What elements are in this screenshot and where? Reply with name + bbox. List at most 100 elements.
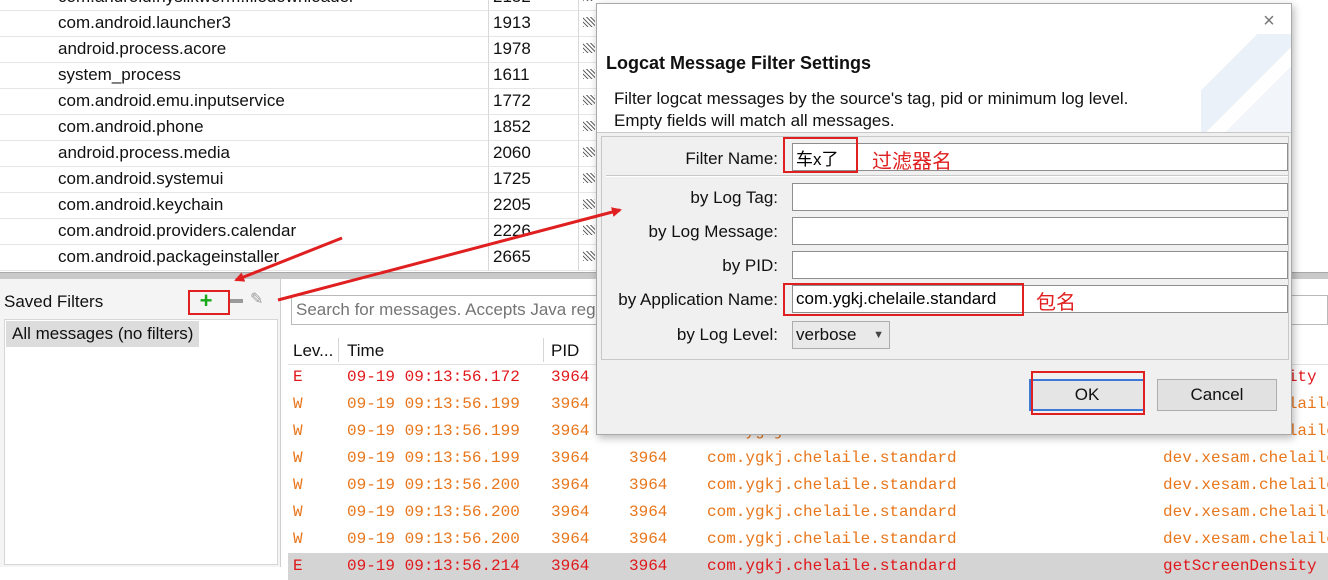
log-row[interactable]: W 09-19 09:13:56.200 3964 3964 com.ygkj.chel… (288, 526, 1328, 553)
process-name: android.process.media (58, 143, 230, 162)
process-row[interactable]: com.android.packageinstaller 2665 (0, 244, 596, 271)
process-pid: 1725 (493, 169, 531, 188)
column-divider (488, 140, 489, 166)
log-pid: 3964 (551, 476, 590, 494)
log-time: 09-19 09:13:56.199 (347, 395, 520, 413)
log-level: E (293, 368, 303, 386)
column-header-pid[interactable]: PID (551, 340, 579, 362)
column-divider (578, 218, 579, 244)
column-divider (488, 0, 489, 10)
saved-filter-item[interactable]: All messages (no filters) (6, 321, 200, 347)
process-pid: 1913 (493, 13, 531, 32)
process-row[interactable]: com.android.phone 1852 (0, 114, 596, 141)
log-message-field[interactable] (792, 217, 1288, 245)
process-pid: 1978 (493, 39, 531, 58)
process-row[interactable]: com.android.launcher3 1913 (0, 10, 596, 37)
debug-status-icon (583, 0, 595, 1)
filter-name-annotation: 过滤器名 (872, 151, 952, 173)
edit-filter-icon[interactable]: ✎ (250, 291, 266, 309)
debug-status-icon (583, 121, 595, 131)
log-tid: 3964 (629, 449, 668, 467)
pid-label: by PID: (722, 256, 778, 275)
log-row[interactable]: W 09-19 09:13:56.199 3964 3964 com.ygkj.chel… (288, 445, 1328, 472)
column-divider (578, 0, 579, 10)
column-divider (578, 166, 579, 192)
log-time: 09-19 09:13:56.199 (347, 422, 520, 440)
saved-filters-panel: Saved Filters + ✎ All messages (no filte… (0, 279, 281, 567)
process-name: com.android.phone (58, 117, 204, 136)
log-level: W (293, 476, 303, 494)
log-tag-label: by Log Tag: (690, 188, 778, 207)
filter-name-label: Filter Name: (685, 149, 778, 168)
column-divider (488, 36, 489, 62)
process-row[interactable]: com.android.systemui 1725 (0, 166, 596, 193)
debug-status-icon (583, 199, 595, 209)
column-divider (488, 166, 489, 192)
column-header-time[interactable]: Time (347, 340, 384, 362)
column-divider (578, 244, 579, 270)
process-row[interactable]: system_process 1611 (0, 62, 596, 89)
column-divider (488, 218, 489, 244)
add-filter-highlight (188, 290, 230, 315)
log-level-select[interactable]: verbose ▼ (792, 321, 890, 349)
log-tag: dev.xesam.chelaile (1163, 476, 1328, 494)
close-icon[interactable]: × (1260, 11, 1278, 31)
column-divider[interactable] (338, 338, 339, 362)
log-pid: 3964 (551, 530, 590, 548)
column-divider (488, 62, 489, 88)
process-pid: 2060 (493, 143, 531, 162)
log-tag: dev.xesam.chelaile (1163, 530, 1328, 548)
column-divider (578, 36, 579, 62)
chevron-down-icon: ▼ (873, 329, 884, 341)
process-pid: 2665 (493, 247, 531, 266)
log-message-label: by Log Message: (648, 222, 778, 241)
log-app: com.ygkj.chelaile.standard (707, 476, 957, 494)
debug-status-icon (583, 173, 595, 183)
package-annotation: 包名 (1036, 292, 1076, 314)
process-list: com.android.nysilkworm.filedownloader 215… (0, 0, 596, 272)
log-level: W (293, 395, 303, 413)
pid-field[interactable] (792, 251, 1288, 279)
column-divider (578, 192, 579, 218)
column-divider (488, 10, 489, 36)
process-name: com.android.keychain (58, 195, 224, 214)
log-app: com.ygkj.chelaile.standard (707, 530, 957, 548)
process-row[interactable]: com.android.providers.calendar 2226 (0, 218, 596, 245)
debug-status-icon (583, 251, 595, 261)
filter-name-field[interactable] (792, 143, 1288, 171)
log-time: 09-19 09:13:56.172 (347, 368, 520, 386)
log-level: W (293, 530, 303, 548)
remove-filter-icon[interactable] (229, 299, 243, 303)
column-divider (488, 88, 489, 114)
process-pid: 2226 (493, 221, 531, 240)
cancel-button[interactable]: Cancel (1157, 379, 1277, 411)
debug-status-icon (583, 147, 595, 157)
filter-name-highlight (783, 137, 858, 173)
dialog-header: × Logcat Message Filter Settings Filter … (597, 4, 1291, 133)
saved-filters-title: Saved Filters (4, 292, 104, 311)
process-row[interactable]: com.android.keychain 2205 (0, 192, 596, 219)
process-pid: 2152 (493, 0, 531, 9)
log-row[interactable]: W 09-19 09:13:56.200 3964 3964 com.ygkj.chel… (288, 472, 1328, 499)
log-row[interactable]: W 09-19 09:13:56.200 3964 3964 com.ygkj.chel… (288, 499, 1328, 526)
process-name: system_process (58, 65, 181, 84)
debug-status-icon (583, 225, 595, 235)
process-name: com.android.systemui (58, 169, 224, 188)
column-header-level[interactable]: Lev... (293, 340, 333, 362)
column-divider[interactable] (543, 338, 544, 362)
log-app: com.ygkj.chelaile.standard (707, 503, 957, 521)
column-divider (578, 88, 579, 114)
process-name: android.process.acore (58, 39, 227, 58)
log-level-label: by Log Level: (676, 325, 778, 344)
process-row[interactable]: com.android.emu.inputservice 1772 (0, 88, 596, 115)
process-name: com.android.emu.inputservice (58, 91, 285, 110)
debug-status-icon (583, 17, 595, 27)
log-pid: 3964 (551, 368, 590, 386)
process-row[interactable]: android.process.acore 1978 (0, 36, 596, 63)
log-app: com.ygkj.chelaile.standard (707, 449, 957, 467)
app-name-highlight (783, 283, 1024, 316)
log-tag-field[interactable] (792, 183, 1288, 211)
process-row[interactable]: android.process.media 2060 (0, 140, 596, 167)
process-pid: 1611 (493, 65, 530, 84)
column-divider (488, 192, 489, 218)
